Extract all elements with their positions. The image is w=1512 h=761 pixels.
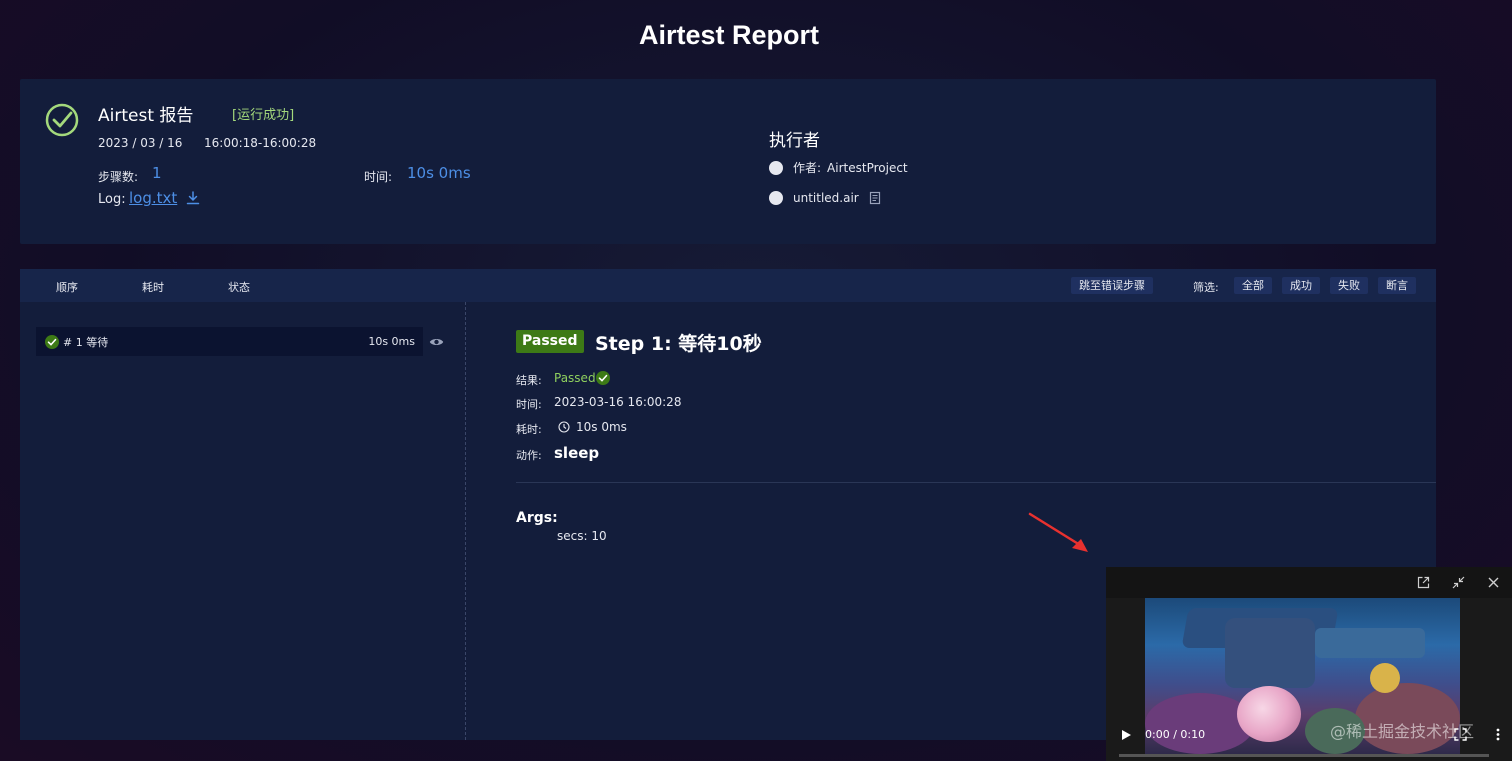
steps-count-label: 步骤数: xyxy=(98,170,139,184)
steps-count-value: 1 xyxy=(152,164,162,182)
filter-assert-button[interactable]: 断言 xyxy=(1378,277,1416,294)
filter-label: 筛选: xyxy=(1193,281,1219,294)
script-dot-icon xyxy=(769,191,783,205)
time-label: 时间: xyxy=(516,398,542,411)
steps-header: 顺序 耗时 状态 跳至错误步骤 筛选: 全部 成功 失败 断言 xyxy=(20,269,1436,302)
popout-icon[interactable] xyxy=(1417,576,1430,589)
author-label: 作者: xyxy=(793,161,822,175)
args-value: secs: 10 xyxy=(557,529,607,543)
script-row: untitled.air xyxy=(769,191,882,205)
passed-badge: Passed xyxy=(516,330,584,353)
executor-title: 执行者 xyxy=(769,131,820,151)
success-check-icon xyxy=(45,103,79,137)
sort-by-status[interactable]: 状态 xyxy=(228,279,250,295)
summary-card: Airtest 报告 [运行成功] 2023 / 03 / 16 16:00:1… xyxy=(20,79,1436,244)
panel-divider xyxy=(465,302,466,740)
eye-icon[interactable] xyxy=(429,337,444,347)
author-row: 作者: AirtestProject xyxy=(769,159,908,176)
watermark: @稀土掘金技术社区 xyxy=(1330,722,1475,741)
duration-value: 10s 0ms xyxy=(407,164,471,182)
author-value: AirtestProject xyxy=(827,160,908,175)
action-label: 动作: xyxy=(516,449,542,462)
play-icon[interactable] xyxy=(1120,729,1132,741)
step-list-item[interactable]: # 1 等待 10s 0ms xyxy=(36,327,423,356)
page-title: Airtest Report xyxy=(638,20,820,50)
time-value: 2023-03-16 16:00:28 xyxy=(554,395,682,409)
result-label: 结果: xyxy=(516,374,542,387)
download-icon[interactable] xyxy=(186,191,200,205)
args-title: Args: xyxy=(516,510,558,526)
sort-by-duration[interactable]: 耗时 xyxy=(142,279,164,295)
player-top-bar xyxy=(1106,567,1512,598)
filter-fail-button[interactable]: 失败 xyxy=(1330,277,1368,294)
close-icon[interactable] xyxy=(1487,576,1500,589)
minimize-icon[interactable] xyxy=(1452,576,1465,589)
run-date: 2023 / 03 / 16 xyxy=(98,136,183,150)
duration-label: 时间: xyxy=(364,170,393,184)
summary-title: Airtest 报告 xyxy=(98,106,194,126)
log-link[interactable]: log.txt xyxy=(129,189,177,207)
result-value: Passed xyxy=(554,371,596,385)
clock-icon xyxy=(558,421,570,433)
copy-icon[interactable] xyxy=(869,191,882,205)
duration-detail-label: 耗时: xyxy=(516,423,542,436)
video-progress-bar[interactable] xyxy=(1119,754,1489,757)
more-options-icon[interactable] xyxy=(1496,728,1500,741)
duration-detail-value: 10s 0ms xyxy=(576,420,627,434)
filter-success-button[interactable]: 成功 xyxy=(1282,277,1320,294)
video-character xyxy=(1237,686,1301,742)
video-time: 0:00 / 0:10 xyxy=(1145,728,1206,741)
script-name: untitled.air xyxy=(793,191,859,205)
step-pass-icon xyxy=(45,334,59,349)
jump-to-error-button[interactable]: 跳至错误步骤 xyxy=(1071,277,1153,294)
author-dot-icon xyxy=(769,160,783,175)
run-time-range: 16:00:18-16:00:28 xyxy=(204,136,317,150)
step-list-label: # 1 等待 xyxy=(63,335,109,349)
result-pass-icon xyxy=(596,371,610,385)
run-status: [运行成功] xyxy=(232,108,295,123)
annotation-arrow-icon xyxy=(1028,512,1088,552)
sort-by-order[interactable]: 顺序 xyxy=(56,279,78,295)
step-list-duration: 10s 0ms xyxy=(368,335,415,348)
step-title: Step 1: 等待10秒 xyxy=(595,333,762,355)
detail-divider xyxy=(516,482,1436,483)
action-value: sleep xyxy=(554,444,600,462)
log-label: Log: xyxy=(98,192,126,207)
filter-all-button[interactable]: 全部 xyxy=(1234,277,1272,294)
